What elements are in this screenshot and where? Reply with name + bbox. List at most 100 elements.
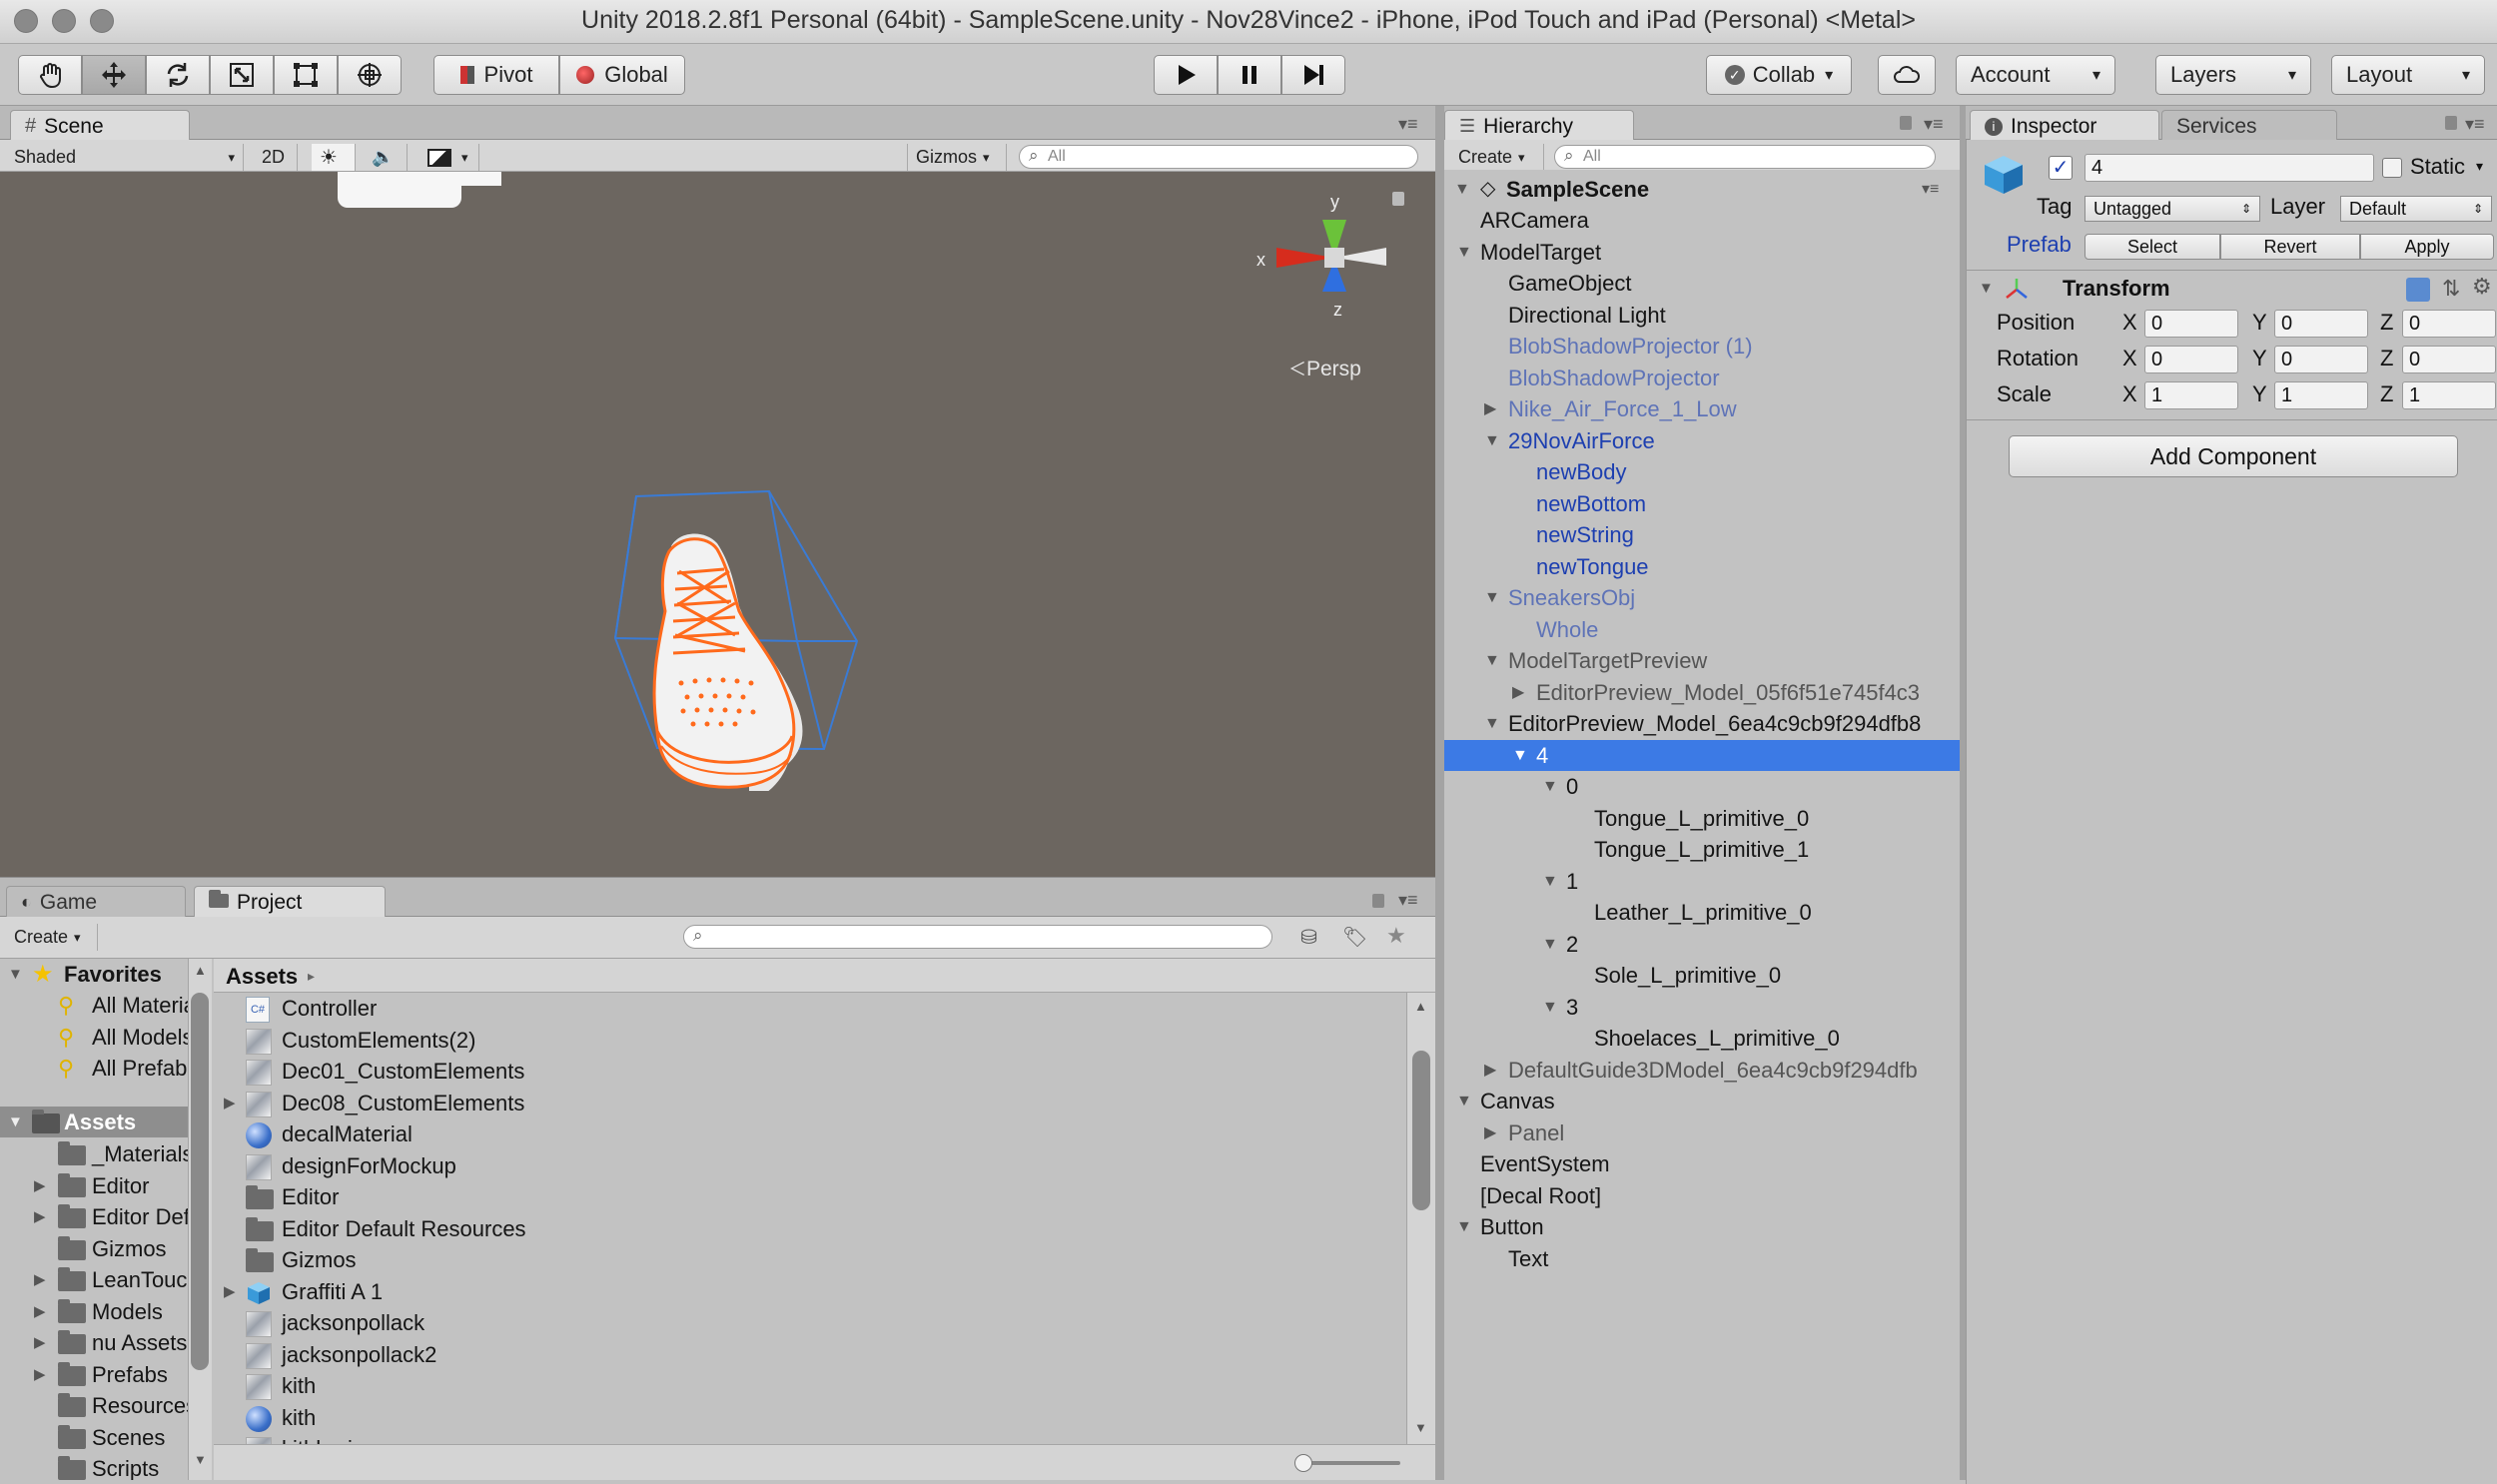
hierarchy-item[interactable]: ▼ 29NovAirForce	[1444, 425, 1960, 456]
transform-tool-button[interactable]	[338, 55, 402, 95]
step-button[interactable]	[1281, 55, 1345, 95]
rect-tool-button[interactable]	[274, 55, 338, 95]
rotation-x-field[interactable]: 0	[2144, 346, 2238, 373]
hierarchy-item[interactable]: Directional Light	[1444, 300, 1960, 331]
position-z-field[interactable]: 0	[2402, 310, 2496, 338]
expand-arrow-icon[interactable]: ▼	[1979, 280, 1994, 297]
expand-arrow-icon[interactable]: ▼	[1456, 1211, 1472, 1242]
expand-arrow-icon[interactable]: ▼	[1484, 645, 1500, 676]
scene-menu-icon[interactable]: ▾≡	[1922, 174, 1939, 205]
hierarchy-item[interactable]: Tongue_L_primitive_1	[1444, 834, 1960, 865]
filter-by-type-icon[interactable]: ⛁	[1300, 925, 1317, 950]
scale-x-field[interactable]: 1	[2144, 381, 2238, 409]
lighting-toggle[interactable]: ☀	[312, 144, 356, 171]
panel-menu-icon[interactable]: ▾≡	[1398, 890, 1418, 911]
asset-item[interactable]: designForMockup	[214, 1150, 1392, 1181]
hierarchy-item[interactable]: BlobShadowProjector	[1444, 363, 1960, 393]
hierarchy-item[interactable]: newString	[1444, 519, 1960, 550]
move-tool-button[interactable]	[82, 55, 146, 95]
collapse-arrow-icon[interactable]: ▶	[224, 1276, 236, 1307]
collapse-arrow-icon[interactable]: ▶	[1484, 393, 1496, 424]
prefab-apply-button[interactable]: Apply	[2360, 234, 2494, 260]
hand-tool-button[interactable]	[18, 55, 82, 95]
hierarchy-item[interactable]: EventSystem	[1444, 1148, 1960, 1179]
hierarchy-search-input[interactable]: All	[1554, 145, 1936, 169]
rotation-y-field[interactable]: 0	[2274, 346, 2368, 373]
hierarchy-item[interactable]: ▼ 4	[1444, 739, 1960, 771]
folder-tree-item[interactable]: ▶ Editor	[0, 1170, 190, 1201]
hierarchy-item[interactable]: ▼ EditorPreview_Model_6ea4c9cb9f294dfb8	[1444, 708, 1960, 739]
prefab-select-button[interactable]: Select	[2084, 234, 2220, 260]
star-icon[interactable]: ★	[1386, 923, 1406, 949]
object-name-field[interactable]: 4	[2084, 154, 2374, 182]
hierarchy-item[interactable]: Text	[1444, 1243, 1960, 1274]
scale-tool-button[interactable]	[210, 55, 274, 95]
scene-root[interactable]: ▼ ◇ SampleScene ▾≡	[1444, 174, 1960, 205]
layer-dropdown[interactable]: Default ⇕	[2340, 196, 2492, 222]
lock-icon[interactable]	[1900, 116, 1912, 130]
hierarchy-item[interactable]: Whole	[1444, 614, 1960, 645]
pause-button[interactable]	[1218, 55, 1281, 95]
tab-project[interactable]: Project	[194, 886, 386, 918]
asset-item[interactable]: ▶ Dec08_CustomElements	[214, 1088, 1392, 1118]
rotate-tool-button[interactable]	[146, 55, 210, 95]
add-component-button[interactable]: Add Component	[2009, 435, 2458, 477]
assets-root[interactable]: ▼ Assets	[0, 1107, 190, 1137]
hierarchy-item[interactable]: ▼ SneakersObj	[1444, 582, 1960, 613]
asset-item[interactable]: decalMaterial	[214, 1118, 1392, 1149]
asset-item[interactable]: Editor Default Resources	[214, 1213, 1392, 1244]
hierarchy-item[interactable]: [Decal Root]	[1444, 1180, 1960, 1211]
filter-by-label-icon[interactable]: 🏷	[1342, 925, 1367, 950]
asset-item[interactable]: C# Controller	[214, 993, 1392, 1024]
folder-tree-item[interactable]: Scenes	[0, 1422, 190, 1453]
hierarchy-item[interactable]: ▼ Canvas	[1444, 1086, 1960, 1116]
asset-item[interactable]: jacksonpollack2	[214, 1339, 1392, 1370]
gizmos-dropdown[interactable]: Gizmos ▾	[907, 144, 1007, 171]
folder-tree-item[interactable]: ▶ Models	[0, 1296, 190, 1327]
collapse-arrow-icon[interactable]: ▶	[34, 1327, 46, 1358]
folder-tree-item[interactable]: Resources	[0, 1390, 190, 1421]
expand-arrow-icon[interactable]: ▼	[1484, 708, 1500, 739]
favorite-item[interactable]: ⚲ All Materials	[0, 990, 190, 1021]
expand-arrow-icon[interactable]: ▼	[1542, 929, 1558, 960]
asset-item[interactable]: kith	[214, 1402, 1392, 1433]
pivot-toggle[interactable]: Pivot	[433, 55, 559, 95]
tab-game[interactable]: ◐ Game	[6, 886, 186, 918]
folder-tree-item[interactable]: ▶ Prefabs	[0, 1359, 190, 1390]
persp-label[interactable]: ＜Persp	[1288, 356, 1361, 381]
tree-scrollbar[interactable]: ▲ ▼	[188, 959, 212, 1480]
tab-hierarchy[interactable]: ☰ Hierarchy	[1444, 110, 1634, 142]
active-checkbox[interactable]: ✓	[2049, 156, 2073, 180]
folder-tree-item[interactable]: _Materials	[0, 1138, 190, 1169]
2d-toggle[interactable]: 2D	[254, 144, 298, 171]
collapse-arrow-icon[interactable]: ▶	[1512, 677, 1524, 708]
favorite-item[interactable]: ⚲ All Models	[0, 1022, 190, 1053]
tab-inspector[interactable]: i Inspector	[1970, 110, 2159, 142]
hierarchy-item[interactable]: ▼ ModelTargetPreview	[1444, 645, 1960, 676]
slider-handle[interactable]	[1294, 1454, 1312, 1472]
hierarchy-item[interactable]: newBottom	[1444, 488, 1960, 519]
hierarchy-item[interactable]: Sole_L_primitive_0	[1444, 960, 1960, 991]
hierarchy-create-dropdown[interactable]: Create ▾	[1450, 144, 1544, 171]
orientation-gizmo[interactable]: y x z	[1248, 186, 1408, 375]
folder-tree-item[interactable]: ▶ nu Assets	[0, 1327, 190, 1358]
folder-tree-item[interactable]: Gizmos	[0, 1233, 190, 1264]
hierarchy-item[interactable]: Tongue_L_primitive_0	[1444, 803, 1960, 834]
hierarchy-item[interactable]: ▼ 1	[1444, 866, 1960, 897]
scroll-down-icon[interactable]: ▼	[1414, 1420, 1427, 1435]
sliders-icon[interactable]: ⇅	[2442, 276, 2460, 302]
scene-search-input[interactable]: All	[1019, 145, 1418, 169]
hierarchy-item[interactable]: newBody	[1444, 456, 1960, 487]
gear-icon[interactable]: ⚙	[2472, 274, 2492, 300]
scene-viewport[interactable]: y x z ＜Persp	[0, 172, 1435, 877]
shading-mode-dropdown[interactable]: Shaded ▾	[6, 144, 244, 171]
position-y-field[interactable]: 0	[2274, 310, 2368, 338]
icon-size-slider[interactable]	[1302, 1461, 1400, 1465]
position-x-field[interactable]: 0	[2144, 310, 2238, 338]
asset-item[interactable]: kithhering	[214, 1433, 1392, 1444]
panel-menu-icon[interactable]: ▾≡	[2465, 114, 2485, 135]
scrollbar-thumb[interactable]	[1412, 1051, 1430, 1210]
favorite-item[interactable]: ⚲ All Prefabs	[0, 1053, 190, 1084]
panel-menu-icon[interactable]: ▾≡	[1924, 114, 1944, 135]
scroll-up-icon[interactable]: ▲	[194, 963, 207, 978]
